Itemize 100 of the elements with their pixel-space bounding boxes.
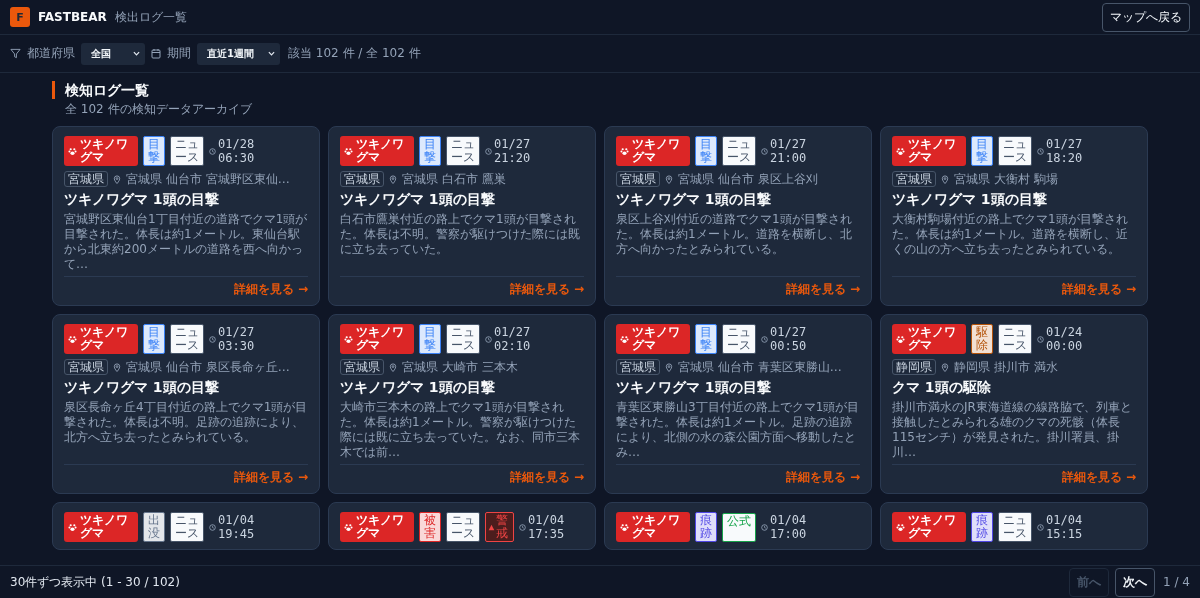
period-select[interactable]: 直近1週間 [197,42,280,65]
details-link[interactable]: 詳細を見る → [509,281,584,298]
location-text: 静岡県 掛川市 満水 [954,359,1058,375]
card-description: 大衡村駒場付近の路上でクマ1頭が目撃された。体長は約1メートル。道路を横断し、近くの山の方へ立ち去ったとみられている。 [892,212,1129,258]
species-tag: ツキノワグマ [340,512,414,542]
card-description: 泉区長命ヶ丘4丁目付近の路上でクマ1頭が目撃された。体長は不明。足跡の追跡により、北方へ立ち去ったとみられている。 [64,400,308,446]
prefecture-select[interactable]: 全国 [81,42,145,65]
species-tag: ツキノワグマ [64,136,138,166]
category-tag: 目撃 [419,136,441,166]
category-tag: 目撃 [695,324,717,354]
species-tag: ツキノワグマ [892,136,966,166]
source-tag: ニュース [998,324,1032,354]
clock-icon [485,147,492,155]
period-label: 期間 [167,45,191,62]
clock-icon [209,335,216,343]
clock-icon [209,523,216,531]
species-tag: ツキノワグマ [892,324,966,354]
category-tag: 目撃 [419,324,441,354]
details-link[interactable]: 詳細を見る → [1061,469,1136,486]
details-link[interactable]: 詳細を見る → [785,469,860,486]
clock-icon [485,335,492,343]
paw-icon [896,334,905,344]
source-tag: ニュース [170,324,204,354]
detection-time: 01/27 18:20 [1046,137,1083,165]
paw-icon [344,334,353,344]
location-text: 宮城県 仙台市 宮城野区東仙… [126,171,290,187]
source-tag: ニュース [998,512,1032,542]
result-count: 該当 102 件 / 全 102 件 [287,45,421,62]
location-pin-icon [941,363,949,372]
brand-name: FASTBEAR [38,10,107,24]
paw-icon [68,334,77,344]
chevron-down-icon [267,51,275,56]
paw-icon [620,146,629,156]
card-title: ツキノワグマ 1頭の目撃 [340,379,496,397]
detection-time: 01/27 00:50 [770,325,807,353]
paw-icon [68,522,77,532]
prefecture-tag: 宮城県 [64,171,108,187]
warning-icon [488,523,495,531]
back-to-map-button[interactable]: マップへ戻る [1102,2,1190,32]
details-link[interactable]: 詳細を見る → [233,281,308,298]
card-title: ツキノワグマ 1頭の目撃 [892,191,1048,209]
detection-time: 01/27 21:20 [494,137,531,165]
card-description: 大崎市三本木の路上でクマ1頭が目撃された。体長は約1メートル。警察が駆けつけた際には既に立ち去っていた。なお、同市三本木では前… [340,400,581,460]
detection-time: 01/27 03:30 [218,325,255,353]
details-link[interactable]: 詳細を見る → [509,469,584,486]
detection-time: 01/04 17:00 [770,513,807,541]
location-pin-icon [665,175,673,184]
species-tag: ツキノワグマ [616,512,690,542]
section-title: 検知ログ一覧 [52,81,1148,99]
paw-icon [344,522,353,532]
source-tag: ニュース [722,324,756,354]
card-title: クマ 1頭の駆除 [892,379,992,397]
clock-icon [1037,335,1044,343]
card-description: 青葉区東勝山3丁目付近の路上でクマ1頭が目撃された。体長は約1メートル。足跡の追跡により、北側の水の森公園方面へ移動したとみ… [616,400,860,460]
pagination-status: 30件ずつ表示中 (1 - 30 / 102) [10,573,180,591]
prefecture-label: 都道府県 [27,45,75,62]
next-page-button[interactable]: 次へ [1115,567,1156,597]
location-pin-icon [941,175,949,184]
clock-icon [761,147,768,155]
detection-time: 01/04 19:45 [218,513,255,541]
category-tag: 目撃 [695,136,717,166]
source-tag: ニュース [446,512,480,542]
filter-icon [10,48,21,59]
location-pin-icon [113,175,121,184]
clock-icon [1037,523,1044,531]
prefecture-tag: 宮城県 [892,171,936,187]
paw-icon [620,334,629,344]
clock-icon [761,335,768,343]
location-text: 宮城県 大崎市 三本木 [402,359,518,375]
prefecture-tag: 宮城県 [340,171,384,187]
details-link[interactable]: 詳細を見る → [785,281,860,298]
detection-time: 01/27 21:00 [770,137,807,165]
location-pin-icon [389,363,397,372]
source-tag: ニュース [998,136,1032,166]
species-tag: ツキノワグマ [64,324,138,354]
clock-icon [761,523,768,531]
card-description: 掛川市満水のJR東海道線の線路脇で、列車と接触したとみられる雄のクマの死骸（体長115センチ）が発見された。掛川署員、掛川… [892,400,1133,460]
detection-time: 01/04 17:35 [528,513,565,541]
details-link[interactable]: 詳細を見る → [233,469,308,486]
prefecture-tag: 宮城県 [616,359,660,375]
category-tag: 目撃 [143,324,165,354]
paw-icon [896,522,905,532]
category-tag: 痕跡 [971,512,993,542]
prefecture-tag: 宮城県 [340,359,384,375]
category-tag: 目撃 [971,136,993,166]
clock-icon [1037,147,1044,155]
page-title: 検出ログ一覧 [114,8,187,26]
details-link[interactable]: 詳細を見る → [1061,281,1136,298]
source-tag: ニュース [170,136,204,166]
card-description: 白石市鷹巣付近の路上でクマ1頭が目撃された。体長は不明。警察が駆けつけた際には既に立ち去っていた。 [340,212,581,258]
species-tag: ツキノワグマ [892,512,966,542]
paw-icon [68,146,77,156]
app-logo: F [10,7,30,27]
location-text: 宮城県 仙台市 泉区長命ヶ丘… [126,359,290,375]
card-description: 宮城野区東仙台1丁目付近の道路でクマ1頭が目撃された。体長は約1メートル。東仙台駅から北東約200メートルの道路を西へ向かって… [64,212,308,272]
location-text: 宮城県 仙台市 泉区上谷刈 [678,171,818,187]
card-title: ツキノワグマ 1頭の目撃 [616,191,772,209]
detection-time: 01/24 00:00 [1046,325,1083,353]
prefecture-tag: 静岡県 [892,359,936,375]
prefecture-tag: 宮城県 [64,359,108,375]
